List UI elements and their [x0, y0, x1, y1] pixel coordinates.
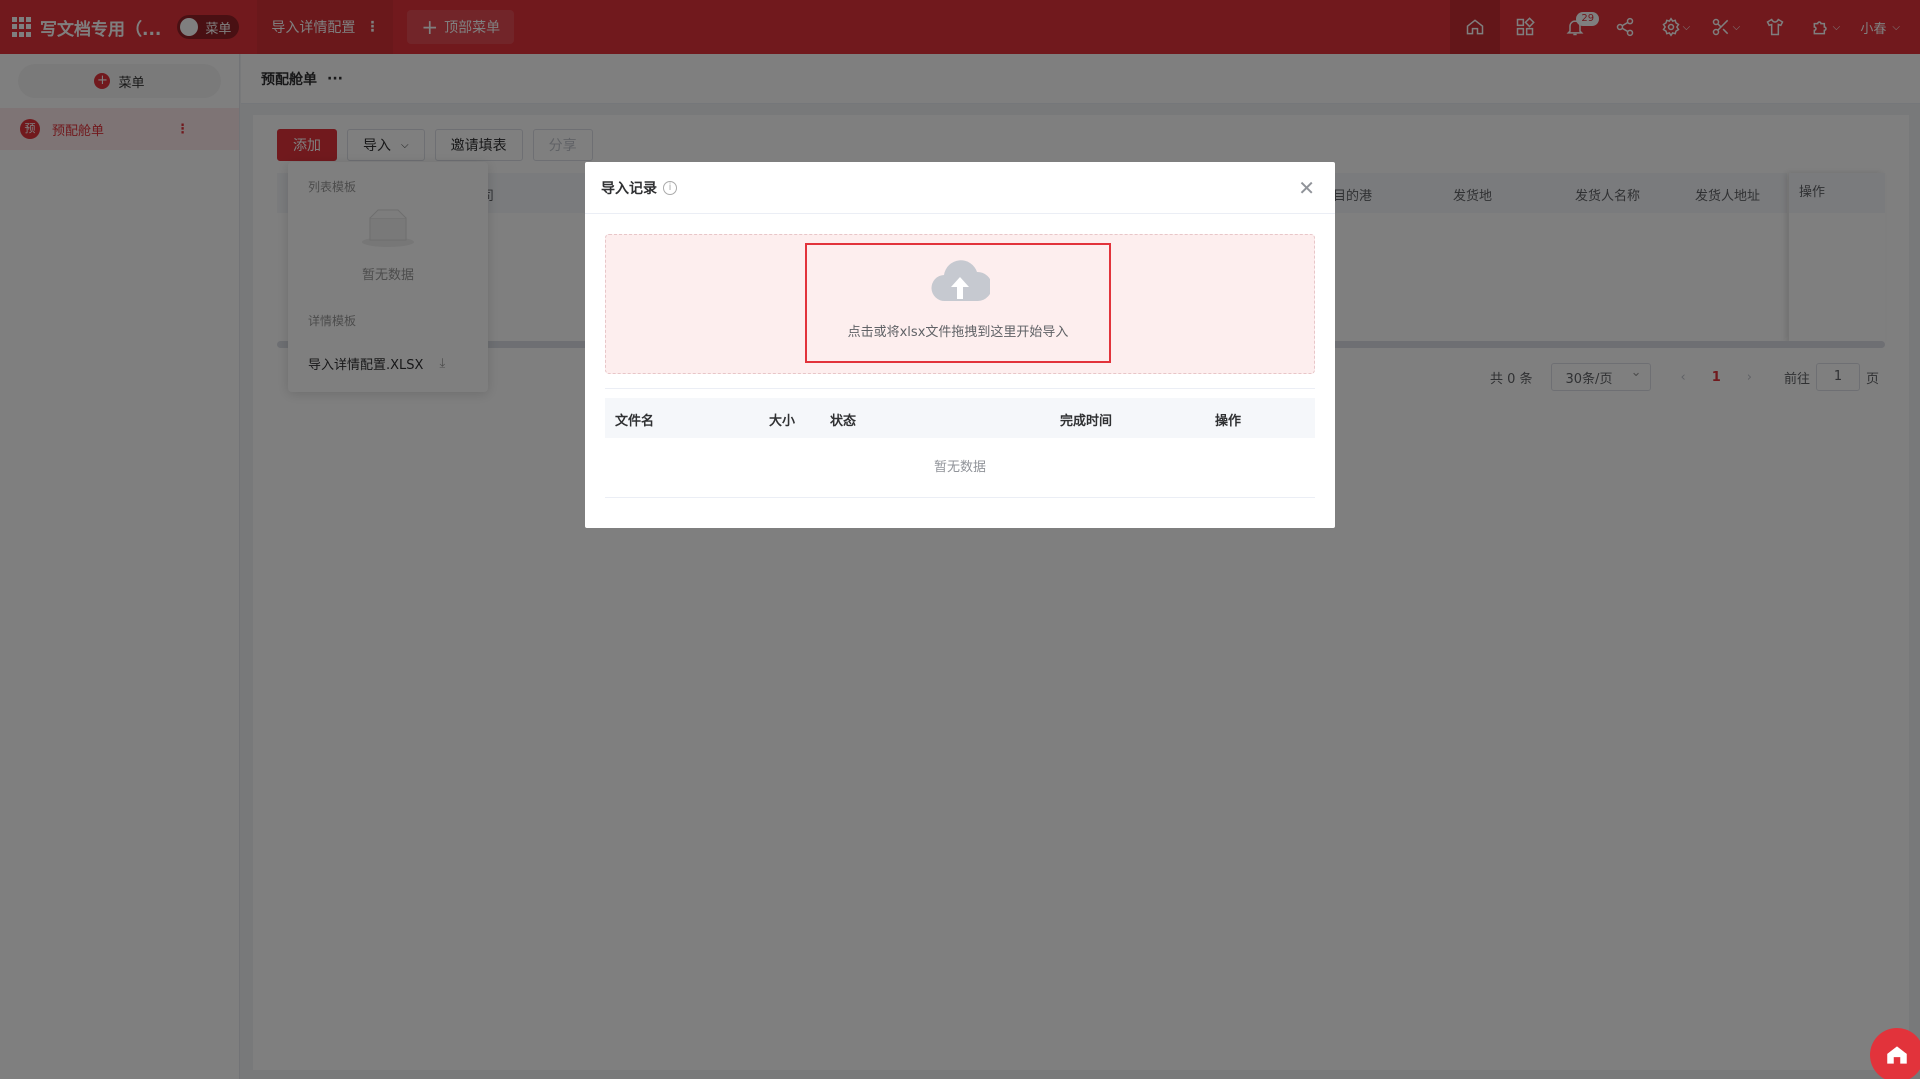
- divider: [605, 388, 1315, 389]
- column-header: 操作: [1215, 414, 1242, 429]
- upload-highlight-box[interactable]: 点击或将xlsx文件拖拽到这里开始导入: [805, 243, 1111, 363]
- column-header: 文件名: [615, 414, 655, 429]
- dialog-header: 导入记录 i: [585, 162, 1335, 214]
- record-empty-text: 暂无数据: [605, 438, 1315, 498]
- record-table-header: 文件名 大小 状态 完成时间 操作: [605, 398, 1315, 438]
- floating-home-button[interactable]: [1870, 1028, 1920, 1079]
- dialog-title: 导入记录: [601, 180, 657, 197]
- column-header: 状态: [830, 414, 857, 429]
- upload-dropzone[interactable]: 点击或将xlsx文件拖拽到这里开始导入: [605, 234, 1315, 374]
- home-icon: [1887, 1046, 1907, 1064]
- column-header: 大小: [769, 414, 796, 429]
- upload-hint: 点击或将xlsx文件拖拽到这里开始导入: [847, 325, 1069, 340]
- column-header: 完成时间: [1060, 414, 1113, 429]
- info-icon[interactable]: i: [663, 180, 677, 195]
- cloud-upload-icon: [931, 260, 990, 302]
- close-icon[interactable]: ✕: [1298, 176, 1315, 200]
- import-record-dialog: 导入记录 i ✕ 点击或将xlsx文件拖拽到这里开始导入 文件名 大小 状态 完…: [585, 162, 1335, 528]
